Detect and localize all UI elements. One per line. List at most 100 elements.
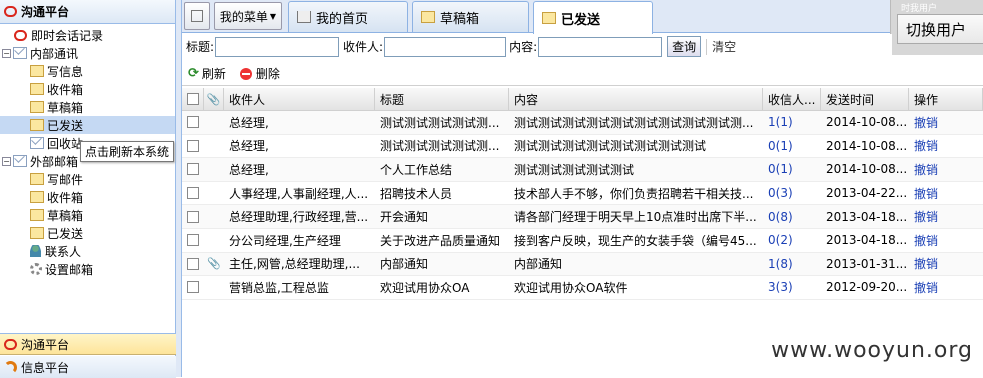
chat-bubble-icon: [4, 338, 17, 350]
cell-count[interactable]: 0(1): [763, 158, 821, 181]
cell-count[interactable]: 1(1): [763, 111, 821, 134]
table-row[interactable]: 分公司经理,生产经理 关于改进产品质量通知 接到客户反映，现生产的女装手袋（编号45…: [182, 229, 983, 253]
panel-information[interactable]: 信息平台: [0, 356, 176, 378]
cell-action[interactable]: 撤销: [909, 182, 983, 205]
row-select-cell: [182, 182, 204, 205]
collapse-icon[interactable]: −: [2, 156, 11, 166]
switch-user-button[interactable]: 切换用户: [897, 14, 983, 44]
table-row[interactable]: 总经理助理,行政经理,营... 开会通知 请各部门经理于明天早上10点准时出席下半.…: [182, 205, 983, 229]
sent-icon: [30, 227, 44, 239]
cell-receiver: 总经理,: [229, 162, 269, 177]
row-checkbox[interactable]: [187, 281, 199, 294]
row-checkbox[interactable]: [187, 116, 199, 129]
recycle-icon: [30, 137, 44, 149]
attachment-cell: [204, 276, 224, 299]
collapse-icon[interactable]: −: [2, 48, 11, 58]
column-header-receiver[interactable]: 收件人: [224, 88, 375, 110]
write-mail-icon: [30, 173, 44, 185]
column-header-title[interactable]: 标题: [375, 88, 509, 110]
content-input[interactable]: [538, 36, 663, 57]
cell-count[interactable]: 0(1): [763, 135, 821, 158]
sidebar-item-label: 回收站: [47, 136, 84, 151]
table-row[interactable]: 总经理, 测试测试测试测试测... 测试测试测试测试测试测试测试测试测试测... 1(…: [182, 111, 983, 135]
tab-drafts[interactable]: 草稿箱: [412, 1, 529, 32]
sidebar-item[interactable]: 已发送: [0, 116, 175, 134]
row-select-cell: [182, 111, 204, 134]
switch-user-faint: 时我用户: [901, 4, 938, 14]
sidebar-item-label: 草稿箱: [47, 100, 84, 115]
sidebar-item[interactable]: 写信息: [0, 62, 175, 80]
clear-button[interactable]: 清空: [712, 38, 736, 55]
table-row[interactable]: 人事经理,人事副经理,人... 招聘技术人员 技术部人手不够，你们负责招聘若干相关技…: [182, 182, 983, 206]
row-checkbox[interactable]: [187, 187, 199, 200]
sidebar-item[interactable]: 收件箱: [0, 80, 175, 98]
table-row[interactable]: 营销总监,工程总监 欢迎试用协众OA 欢迎试用协众OA软件 3(3) 2012-09-2…: [182, 276, 983, 300]
row-checkbox[interactable]: [187, 139, 199, 152]
cell-time: 2013-01-31...: [826, 256, 908, 271]
table-row[interactable]: 总经理, 个人工作总结 测试测试测试测试测试 0(1) 2014-10-08... 撤销: [182, 158, 983, 182]
sidebar-item[interactable]: 收件箱: [0, 188, 175, 206]
attachment-column-header: 📎: [204, 88, 224, 110]
sidebar-item[interactable]: 联系人: [0, 242, 175, 260]
cell-action[interactable]: 撤销: [909, 135, 983, 158]
select-all-checkbox[interactable]: [186, 93, 199, 105]
cell-action[interactable]: 撤销: [909, 158, 983, 181]
sidebar-item[interactable]: 草稿箱: [0, 206, 175, 224]
table-row[interactable]: 总经理, 测试测试测试测试测... 测试测试测试测试测试测试测试测试 0(1) 2014…: [182, 135, 983, 159]
exit-button[interactable]: [184, 2, 210, 30]
sidebar-item[interactable]: 草稿箱: [0, 98, 175, 116]
query-button[interactable]: 查询: [667, 36, 702, 57]
cell-time: 2012-09-20...: [826, 280, 908, 295]
cell-title: 开会通知: [380, 210, 429, 225]
row-checkbox[interactable]: [187, 210, 199, 223]
refresh-button[interactable]: 刷新: [202, 65, 226, 82]
attachment-cell: [204, 111, 224, 134]
cell-action[interactable]: 撤销: [909, 205, 983, 228]
cell-action[interactable]: 撤销: [909, 229, 983, 252]
column-header-content[interactable]: 内容: [509, 88, 763, 110]
table-row[interactable]: 📎 主任,网管,总经理助理,... 内部通知 内部通知 1(8) 2013-01-31..…: [182, 252, 983, 277]
content-label: 内容:: [509, 40, 538, 54]
tab-home[interactable]: 我的首页: [288, 1, 408, 32]
cell-count[interactable]: 0(2): [763, 229, 821, 252]
sidebar-item[interactable]: 已发送: [0, 224, 175, 242]
title-label: 标题:: [186, 40, 215, 54]
cell-title: 内部通知: [380, 257, 429, 272]
envelope-icon: [13, 155, 27, 167]
row-checkbox[interactable]: [187, 257, 199, 270]
tab-sent[interactable]: 已发送: [533, 1, 653, 34]
main-area: 我的菜单 ▼ 我的首页 草稿箱 已发送 时我用户 切换用户 标题: 收件人: 内…: [182, 0, 983, 377]
sidebar-item[interactable]: − 内部通讯: [0, 44, 175, 62]
row-select-cell: [182, 205, 204, 228]
cell-action[interactable]: 撤销: [909, 276, 983, 299]
column-header-count[interactable]: 收信人...: [763, 88, 821, 110]
my-menu-button[interactable]: 我的菜单 ▼: [214, 2, 282, 30]
sidebar-item-label: 收件箱: [47, 190, 84, 205]
sidebar-item[interactable]: 写邮件: [0, 170, 175, 188]
attachment-cell: [204, 205, 224, 228]
title-input[interactable]: [215, 36, 340, 57]
cell-count[interactable]: 3(3): [763, 276, 821, 299]
grid-header: 📎 收件人 标题 内容 收信人... 发送时间 操作: [182, 88, 983, 111]
sidebar-item[interactable]: 设置邮箱: [0, 260, 175, 278]
delete-button[interactable]: 删除: [256, 65, 280, 82]
column-header-action[interactable]: 操作: [909, 88, 983, 110]
tab-sent-label: 已发送: [561, 12, 601, 28]
receiver-input[interactable]: [384, 36, 507, 57]
receiver-label: 收件人:: [343, 40, 384, 54]
row-checkbox[interactable]: [187, 163, 199, 176]
panel-communication[interactable]: 沟通平台: [0, 333, 176, 355]
tab-bar: 我的菜单 ▼ 我的首页 草稿箱 已发送: [182, 0, 983, 34]
cell-count[interactable]: 0(3): [763, 182, 821, 205]
bubble-icon: [14, 29, 27, 41]
cell-count[interactable]: 1(8): [763, 253, 821, 276]
cell-action[interactable]: 撤销: [909, 253, 983, 276]
cell-receiver: 营销总监,工程总监: [229, 280, 329, 295]
cell-action[interactable]: 撤销: [909, 111, 983, 134]
cell-content: 请各部门经理于明天早上10点准时出席下半...: [514, 210, 757, 225]
column-header-time[interactable]: 发送时间: [821, 88, 909, 110]
row-checkbox[interactable]: [187, 234, 199, 247]
cell-count[interactable]: 0(8): [763, 205, 821, 228]
cell-content: 测试测试测试测试测试: [514, 162, 635, 177]
sidebar-item[interactable]: 即时会话记录: [0, 26, 175, 44]
